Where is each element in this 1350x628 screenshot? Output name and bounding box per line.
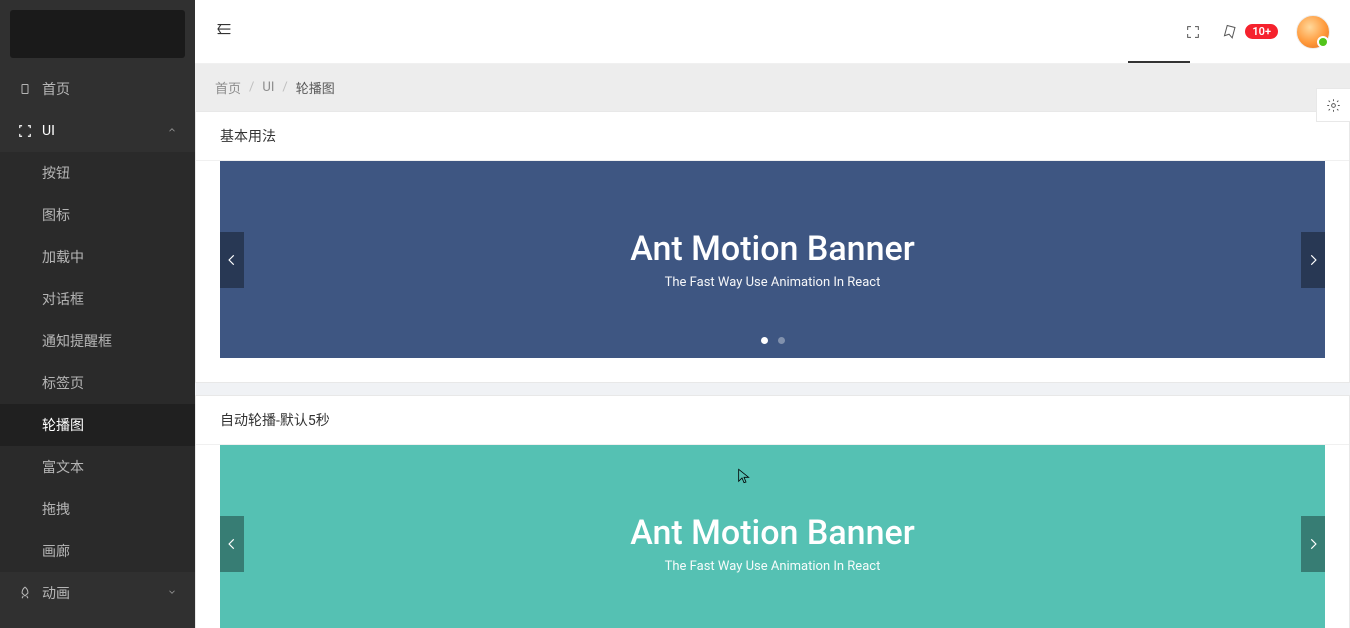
active-tab-indicator xyxy=(1128,61,1190,63)
sidebar-item-gallery[interactable]: 画廊 xyxy=(0,530,195,572)
settings-drawer-button[interactable] xyxy=(1316,88,1350,122)
breadcrumb-ui[interactable]: UI xyxy=(262,80,274,95)
banner-subtitle: The Fast Way Use Animation In React xyxy=(665,275,881,290)
sidebar-item-tabs[interactable]: 标签页 xyxy=(0,362,195,404)
sidebar-item-label: 富文本 xyxy=(42,457,84,477)
sidebar-item-carousel[interactable]: 轮播图 xyxy=(0,404,195,446)
banner-subtitle: The Fast Way Use Animation In React xyxy=(665,559,881,574)
notification-badge: 10+ xyxy=(1245,24,1278,39)
notification-button[interactable]: 10+ xyxy=(1221,22,1278,42)
logo xyxy=(10,10,185,58)
scan-icon xyxy=(18,124,32,138)
sidebar-item-drag[interactable]: 拖拽 xyxy=(0,488,195,530)
sidebar-item-label: 对话框 xyxy=(42,289,84,309)
breadcrumb-home[interactable]: 首页 xyxy=(215,78,241,97)
sidebar-item-label: 标签页 xyxy=(42,373,84,393)
sidebar-item-notification[interactable]: 通知提醒框 xyxy=(0,320,195,362)
sidebar-item-label: 拖拽 xyxy=(42,499,70,519)
sidebar-item-label: 图标 xyxy=(42,205,70,225)
carousel-dots xyxy=(761,337,785,344)
menu-fold-icon[interactable] xyxy=(215,20,233,43)
sidebar-item-label: 按钮 xyxy=(42,163,70,183)
carousel-prev-button[interactable] xyxy=(220,232,244,288)
sidebar-item-richtext[interactable]: 富文本 xyxy=(0,446,195,488)
gear-icon xyxy=(1326,98,1341,113)
sidebar-item-label: UI xyxy=(42,123,55,139)
breadcrumb-current: 轮播图 xyxy=(296,78,335,97)
breadcrumb-separator: / xyxy=(282,80,287,95)
banner-title: Ant Motion Banner xyxy=(630,513,915,553)
sidebar-item-home[interactable]: 首页 xyxy=(0,68,195,110)
card-title: 自动轮播-默认5秒 xyxy=(196,396,1349,445)
chevron-down-icon xyxy=(167,587,177,600)
breadcrumb: 首页 / UI / 轮播图 xyxy=(195,64,1350,111)
carousel-next-button[interactable] xyxy=(1301,232,1325,288)
sidebar-item-button[interactable]: 按钮 xyxy=(0,152,195,194)
carousel-auto: Ant Motion Banner The Fast Way Use Anima… xyxy=(220,445,1325,628)
sidebar-item-label: 轮播图 xyxy=(42,415,84,435)
sidebar-item-icon[interactable]: 图标 xyxy=(0,194,195,236)
carousel-prev-button[interactable] xyxy=(220,516,244,572)
breadcrumb-separator: / xyxy=(249,80,254,95)
carousel-next-button[interactable] xyxy=(1301,516,1325,572)
sidebar: 首页 UI 按钮 图标 加载中 对话框 通知提醒框 标签页 轮播图 富文本 拖拽… xyxy=(0,0,195,628)
header: 10+ xyxy=(195,0,1350,64)
content-area: 基本用法 Ant Motion Banner The Fast Way Use … xyxy=(195,111,1350,628)
sidebar-item-loading[interactable]: 加载中 xyxy=(0,236,195,278)
card-basic: 基本用法 Ant Motion Banner The Fast Way Use … xyxy=(195,111,1350,383)
sidebar-item-ui[interactable]: UI xyxy=(0,110,195,152)
carousel-dot[interactable] xyxy=(761,337,768,344)
sidebar-item-dialog[interactable]: 对话框 xyxy=(0,278,195,320)
carousel-dot[interactable] xyxy=(778,337,785,344)
sidebar-item-label: 通知提醒框 xyxy=(42,331,112,351)
card-title: 基本用法 xyxy=(196,112,1349,161)
rocket-icon xyxy=(18,586,32,600)
fullscreen-icon[interactable] xyxy=(1183,22,1203,42)
carousel-basic: Ant Motion Banner The Fast Way Use Anima… xyxy=(220,161,1325,358)
sidebar-submenu-ui: 按钮 图标 加载中 对话框 通知提醒框 标签页 轮播图 富文本 拖拽 画廊 xyxy=(0,152,195,572)
card-auto: 自动轮播-默认5秒 Ant Motion Banner The Fast Way… xyxy=(195,395,1350,628)
mobile-icon xyxy=(18,82,32,96)
chevron-up-icon xyxy=(167,125,177,138)
sidebar-item-label: 首页 xyxy=(42,79,70,99)
banner-title: Ant Motion Banner xyxy=(630,229,915,269)
avatar[interactable] xyxy=(1296,15,1330,49)
sidebar-item-label: 加载中 xyxy=(42,247,84,267)
sidebar-item-label: 动画 xyxy=(42,583,70,603)
sidebar-item-label: 画廊 xyxy=(42,541,70,561)
notification-icon xyxy=(1221,22,1241,42)
sidebar-item-animation[interactable]: 动画 xyxy=(0,572,195,614)
